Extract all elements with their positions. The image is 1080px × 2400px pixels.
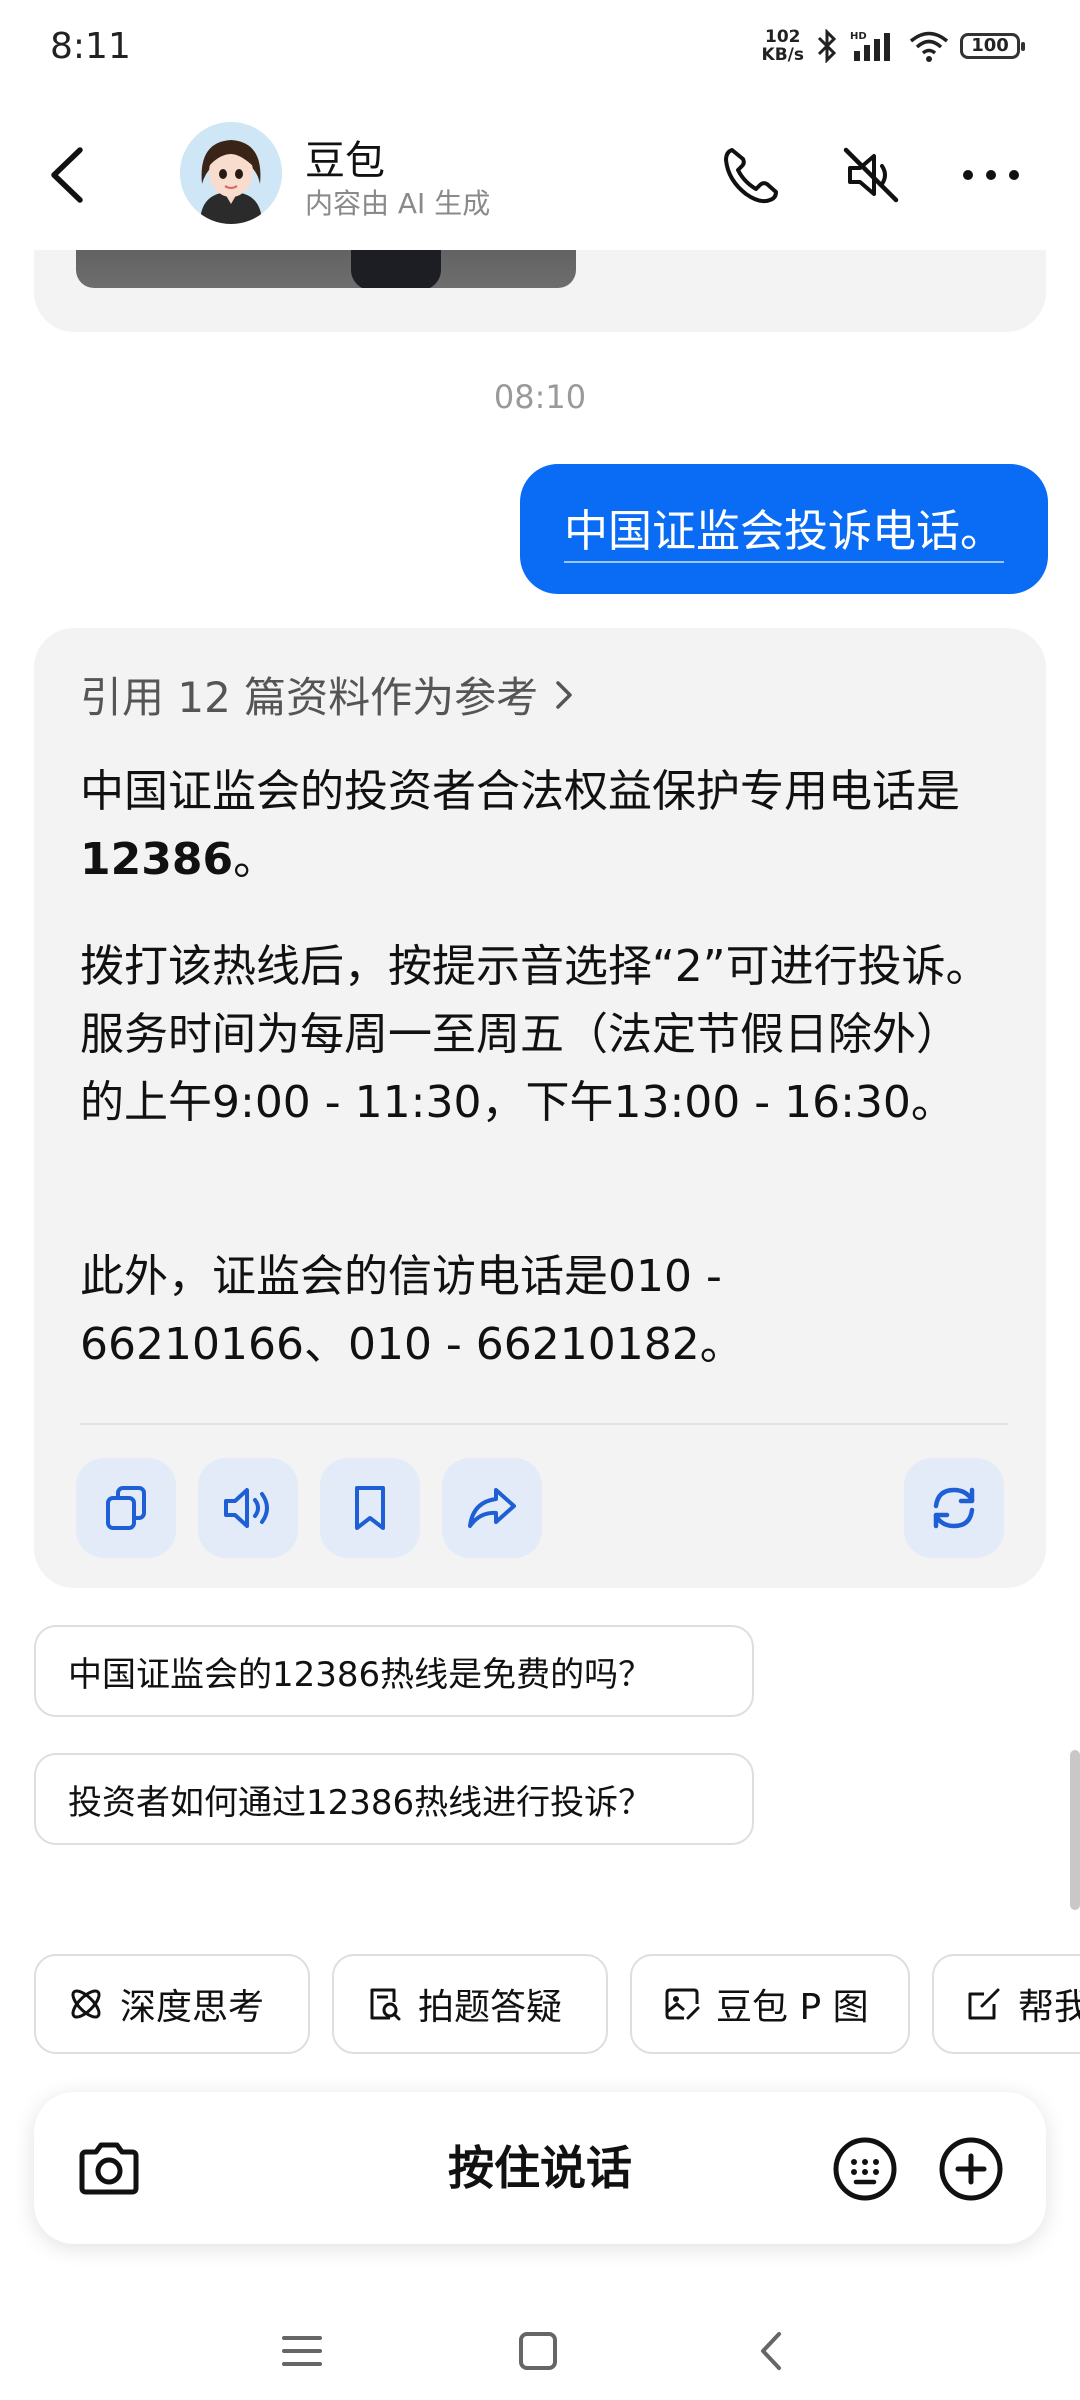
references-link[interactable]: 引用 12 篇资料作为参考 [80, 664, 576, 725]
edit-icon [968, 1988, 1000, 2020]
ai-reply-paragraph-1: 中国证监会的投资者合法权益保护专用电话是12386。 [80, 766, 960, 885]
battery-indicator: 100 [960, 33, 1025, 59]
network-speed: 102 KB/s [761, 27, 804, 65]
back-arrow-icon[interactable] [40, 140, 100, 210]
system-nav-bar [0, 2300, 1080, 2400]
user-message-bubble[interactable]: 中国证监会投诉电话。 [520, 464, 1048, 594]
hotline-number: 12386 [80, 834, 234, 885]
back-icon[interactable] [746, 2325, 798, 2377]
ai-reply-paragraph-3: 此外，证监会的信访电话是010 - 66210166、010 - 6621018… [80, 1251, 744, 1370]
suggested-question-2[interactable]: 投资者如何通过12386热线进行投诉？ [34, 1753, 754, 1845]
message-timestamp: 08:10 [493, 378, 587, 416]
ai-reply-paragraph-2: 拨打该热线后，按提示音选择“2”可进行投诉。服务时间为每周一至周五（法定节假日除… [80, 941, 990, 1128]
chip-photo-question[interactable]: 拍题答疑 [332, 1954, 608, 2054]
chip-label: 豆包 P 图 [716, 1987, 869, 2028]
chevron-right-icon [556, 680, 572, 709]
emoji-keyboard-icon[interactable] [830, 2134, 900, 2204]
speaker-icon [224, 1488, 269, 1528]
quick-action-chips: 深度思考 拍题答疑 豆包 P 图 帮我 [34, 1954, 1080, 2054]
status-icons: 102 KB/s HD 100 [761, 27, 1025, 65]
atom-icon [71, 1989, 101, 2019]
bookmark-icon [355, 1486, 385, 1530]
signal-icon: HD [850, 31, 890, 61]
share-button[interactable] [442, 1458, 542, 1558]
chip-help-write[interactable]: 帮我 [932, 1954, 1080, 2054]
bot-avatar[interactable] [180, 122, 282, 224]
bot-name: 豆包 [305, 138, 385, 184]
bluetooth-icon [817, 29, 837, 63]
plus-icon[interactable] [936, 2134, 1006, 2204]
more-options-icon[interactable] [958, 142, 1024, 208]
phone-icon[interactable] [718, 142, 784, 208]
status-bar: 8:11 102 KB/s HD 100 [0, 0, 1080, 100]
divider [80, 1423, 1008, 1425]
user-message-text: 中国证监会投诉电话。 [564, 495, 1004, 563]
speaker-muted-icon[interactable] [838, 142, 904, 208]
wifi-icon [909, 31, 949, 62]
input-bar: 按住说话 [34, 2092, 1046, 2244]
image-edit-icon [665, 1988, 700, 2020]
scrollbar[interactable] [1070, 1750, 1080, 1910]
refresh-icon [933, 1487, 975, 1529]
read-aloud-button[interactable] [198, 1458, 298, 1558]
chip-label: 拍题答疑 [418, 1987, 563, 2028]
copy-icon [106, 1486, 146, 1530]
home-square-icon[interactable] [512, 2325, 564, 2377]
status-time: 8:11 [50, 26, 131, 67]
svg-text:HD: HD [850, 31, 867, 42]
chat-header: 豆包 内容由 AI 生成 [0, 100, 1080, 250]
bookmark-button[interactable] [320, 1458, 420, 1558]
ai-generated-notice: 内容由 AI 生成 [305, 187, 491, 220]
suggested-question-1[interactable]: 中国证监会的12386热线是免费的吗？ [34, 1625, 754, 1717]
ai-reply-card: 引用 12 篇资料作为参考 中国证监会的投资者合法权益保护专用电话是12386。… [34, 628, 1046, 1588]
copy-button[interactable] [76, 1458, 176, 1558]
chip-photo-edit[interactable]: 豆包 P 图 [630, 1954, 910, 2054]
chip-label: 深度思考 [120, 1987, 265, 2028]
regenerate-button[interactable] [904, 1458, 1004, 1558]
chip-deep-thinking[interactable]: 深度思考 [34, 1954, 310, 2054]
doc-search-icon [370, 1988, 401, 2021]
menu-icon[interactable] [276, 2325, 328, 2377]
share-arrow-icon [468, 1488, 516, 1528]
chip-label: 帮我 [1018, 1987, 1080, 2028]
